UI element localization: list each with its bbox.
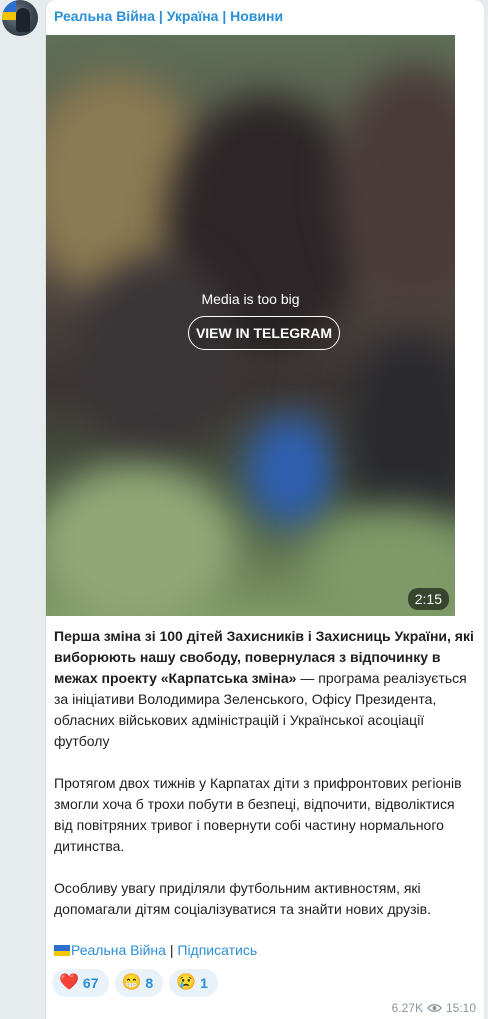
message-time: 15:10 [445, 1001, 476, 1015]
eye-icon [427, 1004, 442, 1012]
video-duration-badge: 2:15 [407, 588, 449, 610]
subscribe-link[interactable]: Підписатись [177, 942, 257, 958]
reaction-heart[interactable]: ❤️ 67 [52, 969, 109, 997]
views-count: 6.27K [391, 1001, 423, 1015]
avatar-flag-yellow [2, 12, 16, 20]
heart-icon: ❤️ [59, 974, 79, 991]
reaction-grin[interactable]: 😁 8 [114, 969, 164, 997]
post-paragraph-3: Особливу увагу приділяли футбольним акти… [54, 880, 431, 917]
message-bubble: Реальна Війна | Україна | Новини Media i… [46, 0, 484, 1019]
cry-icon: 😢 [176, 974, 197, 991]
post-paragraph-1: Перша зміна зі 100 дітей Захисників і За… [54, 626, 474, 752]
grin-icon: 😁 [121, 974, 142, 991]
post-paragraph-2: Протягом двох тижнів у Карпатах діти з п… [54, 775, 462, 854]
channel-name-link[interactable]: Реальна Війна | Україна | Новини [54, 8, 283, 24]
avatar-flag-blue [2, 0, 16, 12]
video-preview[interactable]: Media is too big VIEW IN TELEGRAM 2:15 [46, 35, 455, 616]
avatar-figure [16, 8, 30, 32]
reaction-count: 67 [82, 975, 99, 991]
reactions-bar: ❤️ 67 😁 8 😢 1 [52, 969, 218, 997]
reaction-cry[interactable]: 😢 1 [169, 969, 218, 997]
ukraine-flag-icon [54, 945, 70, 956]
channel-avatar[interactable] [2, 0, 38, 36]
page-edge [484, 0, 488, 1019]
post-footer: Реальна Війна | Підписатись [54, 942, 257, 958]
view-in-telegram-button[interactable]: VIEW IN TELEGRAM [188, 316, 340, 350]
footer-separator: | [165, 942, 178, 958]
reaction-count: 8 [145, 975, 154, 991]
post-text: Перша зміна зі 100 дітей Захисників і За… [54, 626, 474, 941]
message-meta: 6.27K 15:10 [392, 1001, 476, 1015]
channel-footer-link[interactable]: Реальна Війна [71, 942, 166, 958]
media-too-big-message: Media is too big [201, 291, 300, 307]
reaction-count: 1 [200, 975, 208, 991]
